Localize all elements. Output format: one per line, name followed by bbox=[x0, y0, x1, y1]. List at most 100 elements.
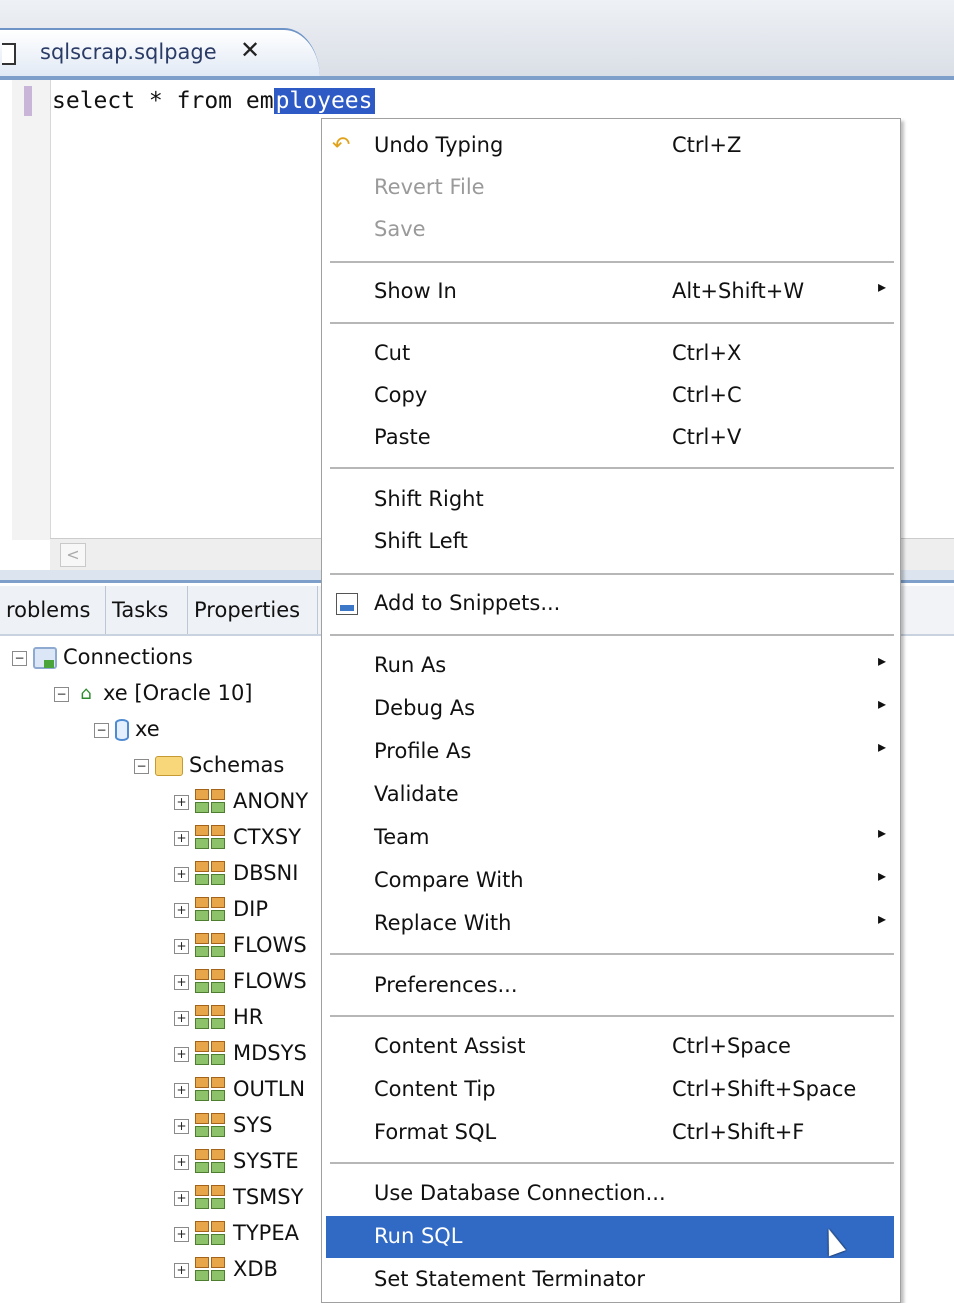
collapse-icon[interactable]: − bbox=[94, 722, 109, 738]
menu-item-content-tip[interactable]: Content Tip Ctrl+Shift+Space bbox=[322, 1069, 896, 1111]
expand-icon[interactable]: + bbox=[174, 1118, 189, 1134]
menu-item-add-to-snippets[interactable]: Add to Snippets... bbox=[322, 583, 896, 625]
tree-label: ANONY bbox=[233, 789, 309, 813]
expand-icon[interactable]: + bbox=[174, 1082, 189, 1098]
menu-item-content-assist[interactable]: Content Assist Ctrl+Space bbox=[322, 1026, 896, 1068]
tree-label: FLOWS bbox=[233, 969, 307, 993]
schema-icon bbox=[195, 1221, 227, 1247]
schema-icon bbox=[195, 1041, 227, 1067]
tree-item-schema[interactable]: + CTXSY bbox=[174, 820, 301, 854]
tree-item-database[interactable]: − xe bbox=[94, 712, 160, 746]
expand-icon[interactable]: + bbox=[174, 974, 189, 990]
tree-item-schema[interactable]: + DBSNI bbox=[174, 856, 298, 890]
tree-item-schema[interactable]: + SYSTE bbox=[174, 1144, 299, 1178]
collapse-icon[interactable]: − bbox=[12, 650, 27, 666]
menu-item-format-sql[interactable]: Format SQL Ctrl+Shift+F bbox=[322, 1112, 896, 1154]
menu-item-shift-left[interactable]: Shift Left bbox=[322, 521, 896, 563]
expand-icon[interactable]: + bbox=[174, 1046, 189, 1062]
expand-icon[interactable]: + bbox=[174, 902, 189, 918]
menu-item-undo-typing[interactable]: ↶ Undo Typing Ctrl+Z bbox=[322, 125, 896, 167]
menu-item-profile-as[interactable]: Profile As ▸ bbox=[322, 731, 896, 773]
menu-item-set-statement-terminator[interactable]: Set Statement Terminator bbox=[322, 1259, 896, 1301]
menu-label: Preferences... bbox=[374, 973, 518, 997]
scroll-left-icon[interactable]: < bbox=[60, 543, 86, 567]
tree-item-schema[interactable]: + TYPEA bbox=[174, 1216, 299, 1250]
menu-item-use-database-connection[interactable]: Use Database Connection... bbox=[322, 1173, 896, 1215]
tree-item-schema[interactable]: + DIP bbox=[174, 892, 268, 926]
tree-item-schema[interactable]: + MDSYS bbox=[174, 1036, 307, 1070]
menu-item-copy[interactable]: Copy Ctrl+C bbox=[322, 375, 896, 417]
expand-icon[interactable]: + bbox=[174, 794, 189, 810]
tree-item-schema[interactable]: + TSMSY bbox=[174, 1180, 303, 1214]
tree-label: OUTLN bbox=[233, 1077, 306, 1101]
menu-item-team[interactable]: Team ▸ bbox=[322, 817, 896, 859]
expand-icon[interactable]: + bbox=[174, 1010, 189, 1026]
expand-icon[interactable]: + bbox=[174, 938, 189, 954]
menu-label: Profile As bbox=[374, 739, 472, 763]
tree-item-schema[interactable]: + OUTLN bbox=[174, 1072, 305, 1106]
submenu-arrow-icon: ▸ bbox=[878, 651, 887, 670]
menu-label: Replace With bbox=[374, 911, 512, 935]
tab-tasks[interactable]: Tasks bbox=[106, 586, 188, 634]
menu-label: Show In bbox=[374, 279, 457, 303]
expand-icon[interactable]: + bbox=[174, 830, 189, 846]
menu-item-run-sql[interactable]: Run SQL bbox=[326, 1216, 894, 1258]
expand-icon[interactable]: + bbox=[174, 866, 189, 882]
menu-label: Format SQL bbox=[374, 1120, 497, 1144]
menu-item-replace-with[interactable]: Replace With ▸ bbox=[322, 903, 896, 945]
collapse-icon[interactable]: − bbox=[54, 686, 69, 702]
menu-item-show-in[interactable]: Show In Alt+Shift+W ▸ bbox=[322, 271, 896, 313]
tree-item-schema[interactable]: + FLOWS bbox=[174, 928, 307, 962]
schema-icon bbox=[195, 1077, 227, 1103]
menu-shortcut: Ctrl+Shift+Space bbox=[672, 1077, 857, 1101]
expand-icon[interactable]: + bbox=[174, 1154, 189, 1170]
menu-item-paste[interactable]: Paste Ctrl+V bbox=[322, 417, 896, 459]
tree-label: TSMSY bbox=[233, 1185, 304, 1209]
tree-label: SYS bbox=[233, 1113, 273, 1137]
close-icon[interactable]: ✕ bbox=[240, 36, 260, 64]
expand-icon[interactable]: + bbox=[174, 1262, 189, 1278]
current-line-marker bbox=[24, 86, 32, 116]
tree-item-schemas[interactable]: − Schemas bbox=[134, 748, 284, 782]
editor-gutter bbox=[12, 80, 51, 540]
menu-item-debug-as[interactable]: Debug As ▸ bbox=[322, 688, 896, 730]
connections-icon bbox=[33, 647, 57, 669]
tree-item-connections[interactable]: − Connections bbox=[12, 640, 193, 674]
sql-line[interactable]: select * from employees bbox=[52, 88, 375, 114]
tree-item-schema[interactable]: + SYS bbox=[174, 1108, 273, 1142]
tree-item-connection[interactable]: − ⌂ xe [Oracle 10] bbox=[54, 676, 253, 710]
submenu-arrow-icon: ▸ bbox=[878, 823, 887, 842]
menu-item-compare-with[interactable]: Compare With ▸ bbox=[322, 860, 896, 902]
tree-item-schema[interactable]: + HR bbox=[174, 1000, 263, 1034]
menu-item-cut[interactable]: Cut Ctrl+X bbox=[322, 333, 896, 375]
tree-item-schema[interactable]: + FLOWS bbox=[174, 964, 307, 998]
menu-item-run-as[interactable]: Run As ▸ bbox=[322, 645, 896, 687]
menu-separator bbox=[330, 634, 894, 636]
schema-icon bbox=[195, 969, 227, 995]
tab-sqlscrap[interactable]: sqlscrap.sqlpage ✕ bbox=[0, 28, 320, 80]
expand-icon[interactable]: + bbox=[174, 1190, 189, 1206]
tree-item-schema[interactable]: + XDB bbox=[174, 1252, 278, 1286]
menu-label: Paste bbox=[374, 425, 431, 449]
menu-shortcut: Ctrl+Space bbox=[672, 1034, 791, 1058]
expand-icon[interactable]: + bbox=[174, 1226, 189, 1242]
menu-label: Validate bbox=[374, 782, 459, 806]
submenu-arrow-icon: ▸ bbox=[878, 277, 887, 296]
tree-item-schema[interactable]: + ANONY bbox=[174, 784, 308, 818]
collapse-icon[interactable]: − bbox=[134, 758, 149, 774]
menu-item-revert-file[interactable]: Revert File bbox=[322, 167, 896, 209]
menu-item-validate[interactable]: Validate bbox=[322, 774, 896, 816]
menu-label: Shift Right bbox=[374, 487, 484, 511]
tree-label: XDB bbox=[233, 1257, 278, 1281]
submenu-arrow-icon: ▸ bbox=[878, 737, 887, 756]
tab-problems[interactable]: roblems bbox=[0, 586, 106, 634]
undo-icon: ↶ bbox=[332, 133, 351, 158]
menu-item-shift-right[interactable]: Shift Right bbox=[322, 479, 896, 521]
tab-properties[interactable]: Properties bbox=[188, 586, 318, 634]
menu-item-preferences[interactable]: Preferences... bbox=[322, 965, 896, 1007]
editor-tab-bar: sqlscrap.sqlpage ✕ bbox=[0, 0, 954, 80]
menu-label: Cut bbox=[374, 341, 411, 365]
menu-item-save[interactable]: Save bbox=[322, 209, 896, 251]
tree-label: TYPEA bbox=[233, 1221, 299, 1245]
tree-label: Connections bbox=[63, 645, 193, 669]
